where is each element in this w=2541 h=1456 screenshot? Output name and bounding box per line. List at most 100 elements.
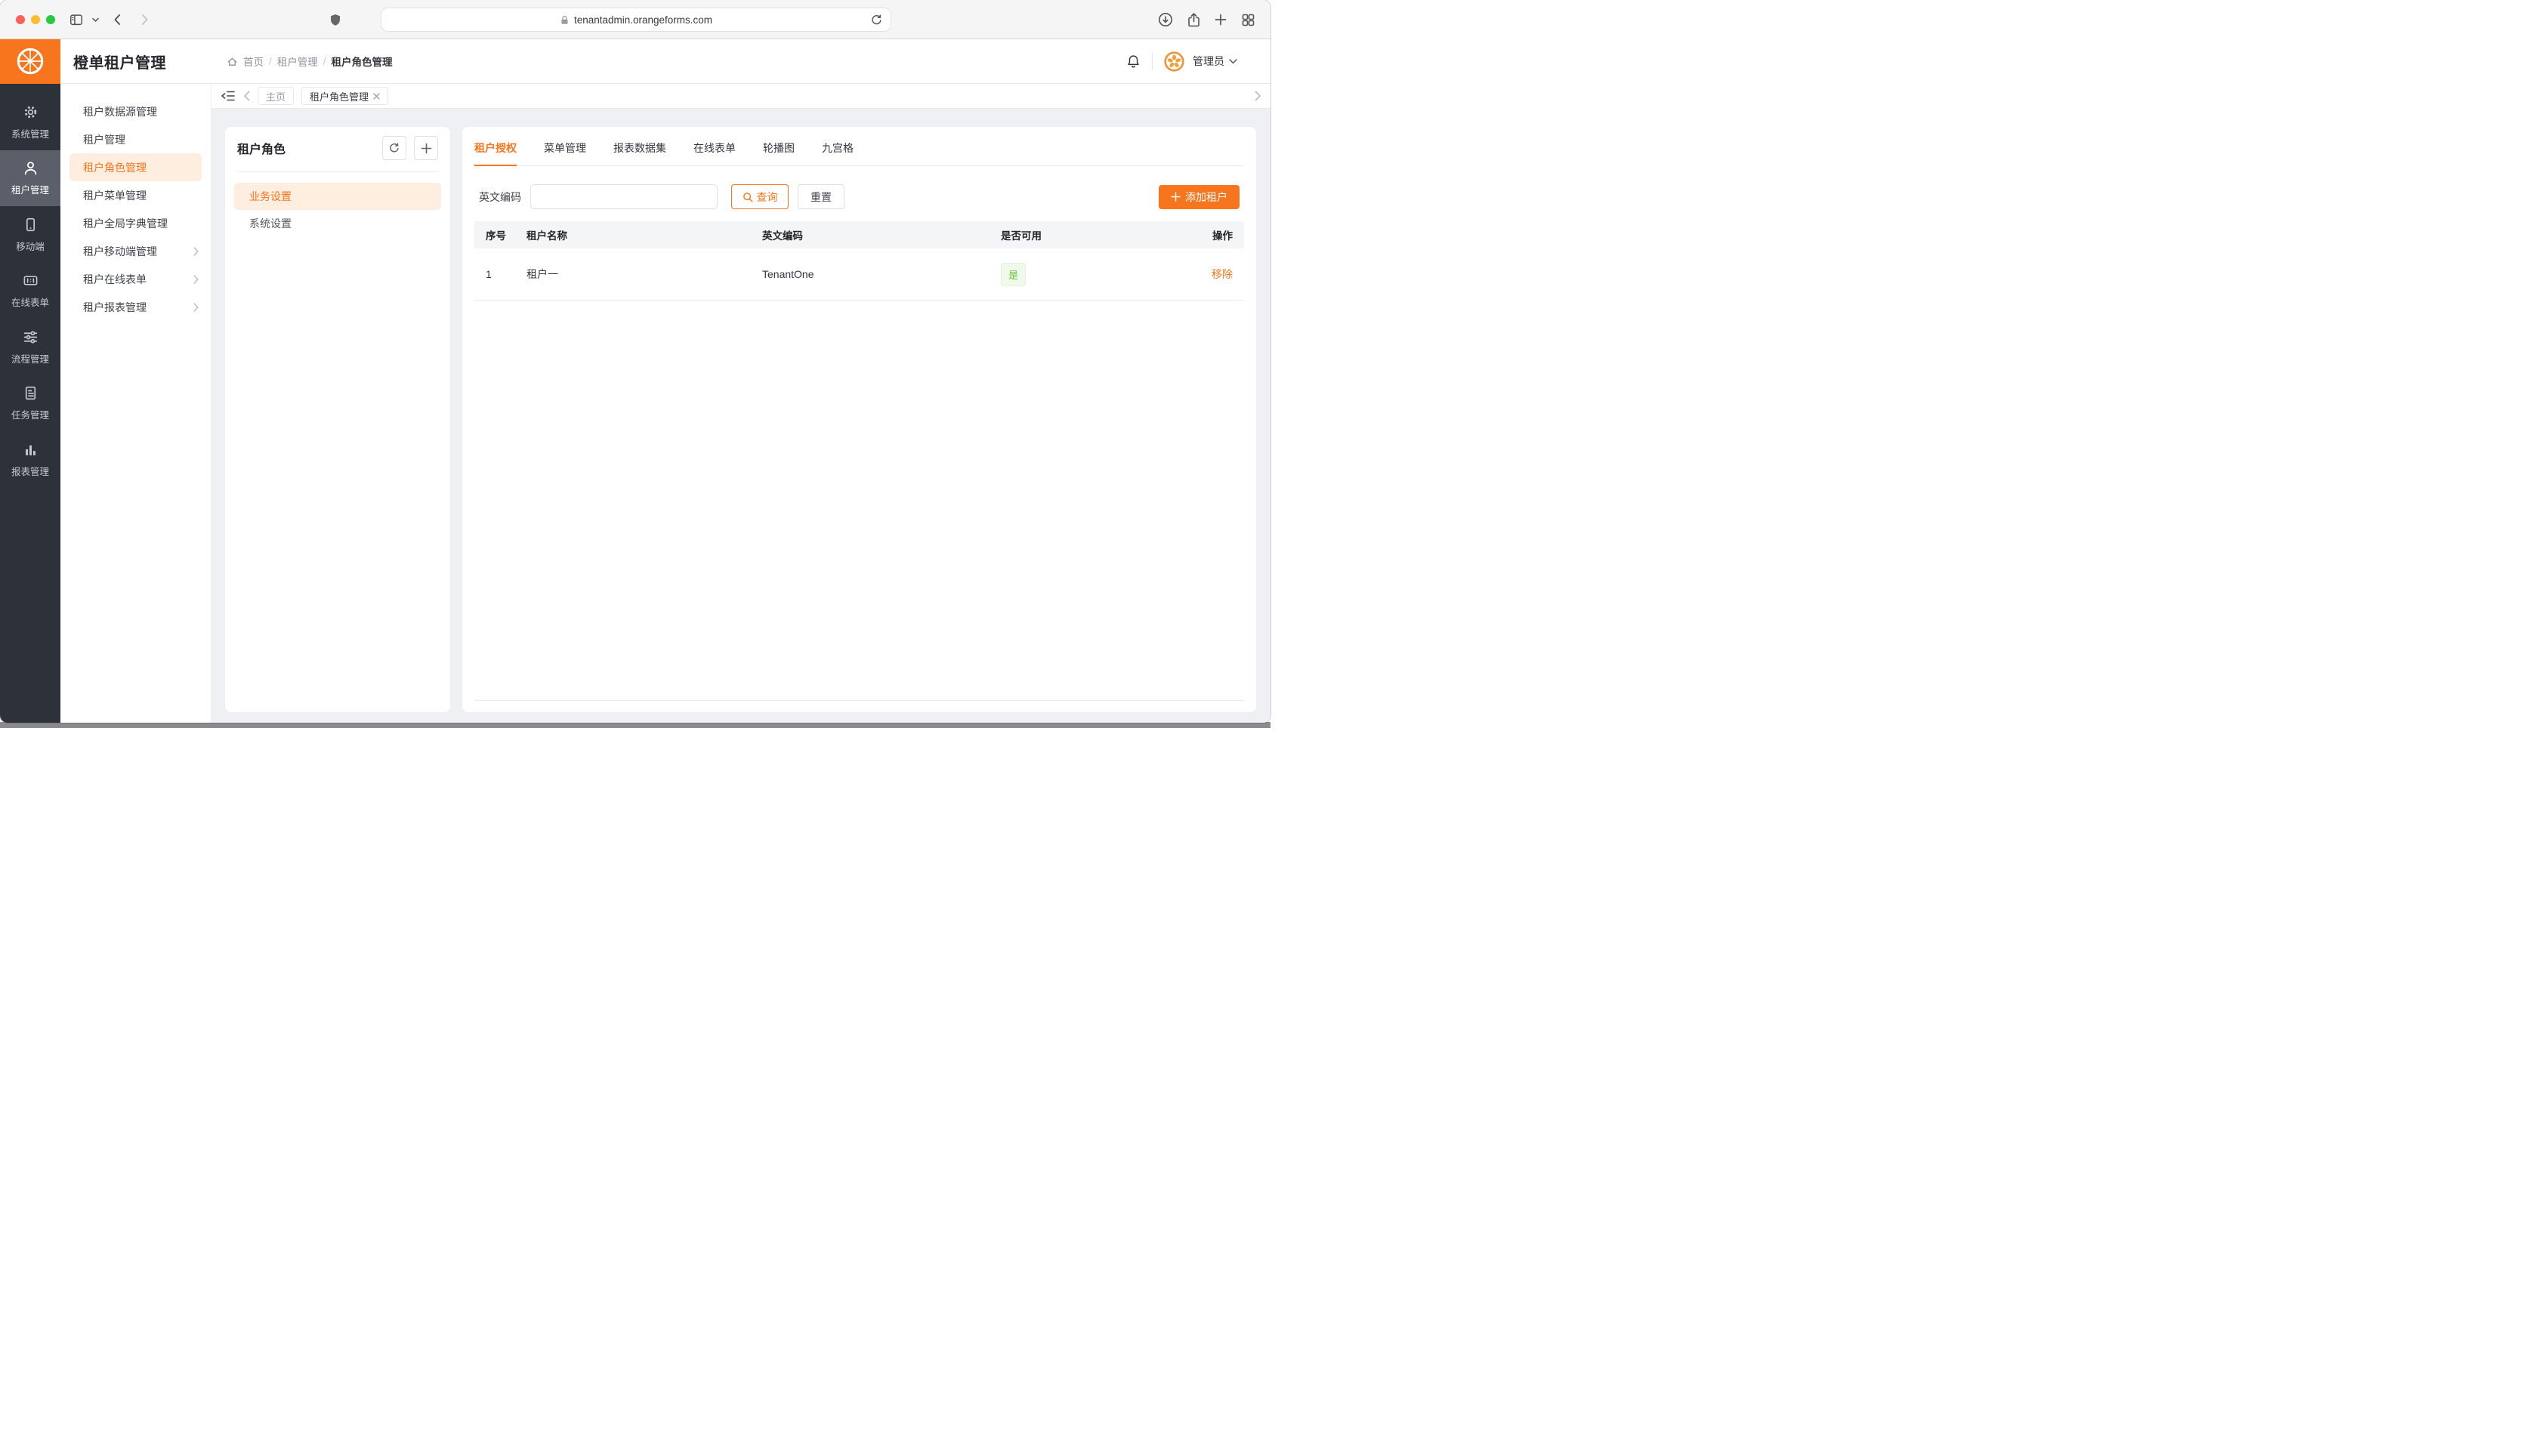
chevron-right-icon bbox=[193, 275, 199, 284]
traffic-lights bbox=[16, 0, 55, 39]
menu-item-tenant-menu[interactable]: 租户菜单管理 bbox=[60, 181, 211, 209]
tab-home[interactable]: 主页 bbox=[258, 87, 294, 105]
divider bbox=[474, 700, 1244, 701]
menu-item-tenant-mobile[interactable]: 租户移动端管理 bbox=[60, 237, 211, 265]
search-icon bbox=[743, 192, 753, 202]
query-button[interactable]: 查询 bbox=[731, 184, 789, 209]
tab-online-form[interactable]: 在线表单 bbox=[693, 133, 736, 165]
menu-item-tenant-dict[interactable]: 租户全局字典管理 bbox=[60, 209, 211, 237]
plus-icon bbox=[1171, 192, 1181, 202]
menu-item-tenant-mgmt[interactable]: 租户管理 bbox=[60, 125, 211, 153]
remove-link[interactable]: 移除 bbox=[1212, 268, 1233, 280]
form-icon bbox=[22, 272, 39, 289]
role-item-business[interactable]: 业务设置 bbox=[234, 183, 441, 210]
app-logo[interactable] bbox=[0, 39, 60, 84]
chevron-right-icon bbox=[193, 247, 199, 256]
downloads-icon[interactable] bbox=[1158, 0, 1173, 39]
close-window-button[interactable] bbox=[16, 15, 25, 24]
url-bar[interactable]: tenantadmin.orangeforms.com bbox=[381, 8, 891, 32]
cell-english-code: TenantOne bbox=[762, 268, 1001, 280]
tasks-icon bbox=[22, 384, 39, 402]
panel-tabs: 租户授权 菜单管理 报表数据集 在线表单 轮播图 九宫格 bbox=[474, 133, 1244, 166]
tenant-table: 序号 租户名称 英文编码 是否可用 操作 1 租户一 TenantOne 是 移… bbox=[474, 221, 1244, 301]
reset-button[interactable]: 重置 bbox=[798, 184, 844, 209]
role-item-system[interactable]: 系统设置 bbox=[234, 210, 441, 237]
notification-bell-icon[interactable] bbox=[1125, 54, 1141, 69]
role-panel-title: 租户角色 bbox=[237, 139, 382, 157]
sidebar-item-tenant[interactable]: 租户管理 bbox=[0, 150, 60, 207]
avatar[interactable] bbox=[1163, 51, 1185, 72]
browser-window: tenantadmin.orangeforms.com bbox=[0, 0, 1270, 723]
gear-icon bbox=[22, 103, 39, 121]
menu-item-tenant-datasource[interactable]: 租户数据源管理 bbox=[60, 97, 211, 125]
forward-icon[interactable] bbox=[138, 0, 150, 39]
sidebar-toggle-icon[interactable] bbox=[69, 0, 84, 39]
sidebar-item-process[interactable]: 流程管理 bbox=[0, 319, 60, 375]
add-role-button[interactable] bbox=[414, 136, 438, 160]
user-name[interactable]: 管理员 bbox=[1193, 54, 1224, 69]
close-tab-icon[interactable] bbox=[373, 93, 380, 100]
add-tenant-button[interactable]: 添加租户 bbox=[1159, 185, 1240, 209]
refresh-button[interactable] bbox=[382, 136, 406, 160]
breadcrumb-home[interactable]: 首页 bbox=[243, 54, 264, 69]
tab-menu-mgmt[interactable]: 菜单管理 bbox=[544, 133, 586, 165]
lock-icon bbox=[560, 14, 570, 26]
menu-item-tenant-online-form[interactable]: 租户在线表单 bbox=[60, 265, 211, 293]
tab-overview-icon[interactable] bbox=[1241, 0, 1255, 39]
plus-icon bbox=[421, 143, 432, 154]
tab-scroll-right-icon[interactable] bbox=[1255, 91, 1261, 101]
user-chevron-down-icon[interactable] bbox=[1229, 59, 1237, 64]
sidebar-item-reports[interactable]: 报表管理 bbox=[0, 431, 60, 488]
primary-sidebar: 系统管理 租户管理 移动端 在线表单 流程管理 任务管理 bbox=[0, 84, 60, 723]
sidebar-item-tasks[interactable]: 任务管理 bbox=[0, 375, 60, 432]
collapse-menu-icon[interactable] bbox=[221, 89, 236, 103]
minimize-window-button[interactable] bbox=[31, 15, 40, 24]
mobile-icon bbox=[22, 216, 39, 233]
reload-icon[interactable] bbox=[870, 14, 883, 26]
page-tabbar: 主页 租户角色管理 bbox=[211, 84, 1270, 109]
divider bbox=[237, 171, 438, 172]
tab-report-dataset[interactable]: 报表数据集 bbox=[613, 133, 666, 165]
menu-item-tenant-role[interactable]: 租户角色管理 bbox=[69, 153, 202, 181]
breadcrumb-parent[interactable]: 租户管理 bbox=[277, 54, 318, 69]
privacy-shield-icon[interactable] bbox=[329, 0, 341, 39]
breadcrumb-current: 租户角色管理 bbox=[332, 54, 393, 69]
tenant-auth-panel: 租户授权 菜单管理 报表数据集 在线表单 轮播图 九宫格 英文编码 查询 bbox=[462, 127, 1256, 712]
table-header: 序号 租户名称 英文编码 是否可用 操作 bbox=[474, 221, 1244, 248]
refresh-icon bbox=[388, 142, 400, 154]
tab-tenant-role[interactable]: 租户角色管理 bbox=[301, 87, 388, 105]
role-panel: 租户角色 业务设置 系统设置 bbox=[225, 127, 450, 712]
app-header: 橙单租户管理 首页 / 租户管理 / 租户角色管理 bbox=[0, 39, 1270, 84]
user-icon bbox=[22, 159, 39, 177]
header-right: 管理员 bbox=[1125, 51, 1237, 72]
tab-carousel[interactable]: 轮播图 bbox=[763, 133, 795, 165]
tab-grid-nine[interactable]: 九宫格 bbox=[822, 133, 854, 165]
table-row: 1 租户一 TenantOne 是 移除 bbox=[474, 248, 1244, 301]
url-text: tenantadmin.orangeforms.com bbox=[574, 14, 712, 26]
sidebar-chevron-down-icon[interactable] bbox=[92, 0, 99, 39]
back-icon[interactable] bbox=[112, 0, 124, 39]
tab-tenant-auth[interactable]: 租户授权 bbox=[474, 133, 517, 166]
orange-wheel-icon bbox=[14, 45, 46, 77]
zoom-window-button[interactable] bbox=[46, 15, 55, 24]
tab-scroll-left-icon[interactable] bbox=[243, 91, 250, 101]
browser-toolbar: tenantadmin.orangeforms.com bbox=[0, 0, 1270, 39]
secondary-sidebar: 租户数据源管理 租户管理 租户角色管理 租户菜单管理 租户全局字典管理 租户移动… bbox=[60, 84, 211, 723]
home-icon bbox=[227, 56, 238, 67]
sidebar-item-system[interactable]: 系统管理 bbox=[0, 94, 60, 150]
search-toolbar: 英文编码 查询 重置 添加租户 bbox=[474, 184, 1244, 209]
window-bottom-edge bbox=[0, 722, 1270, 728]
divider bbox=[1152, 53, 1153, 69]
search-label: 英文编码 bbox=[479, 190, 521, 205]
new-tab-icon[interactable] bbox=[1214, 0, 1227, 39]
sidebar-item-mobile[interactable]: 移动端 bbox=[0, 206, 60, 263]
english-code-input[interactable] bbox=[530, 184, 718, 209]
cell-tenant-name: 租户一 bbox=[526, 267, 762, 282]
status-badge: 是 bbox=[1001, 263, 1026, 286]
menu-item-tenant-report[interactable]: 租户报表管理 bbox=[60, 293, 211, 321]
sidebar-item-online-form[interactable]: 在线表单 bbox=[0, 263, 60, 319]
share-icon[interactable] bbox=[1186, 0, 1202, 39]
cell-index: 1 bbox=[486, 268, 526, 280]
breadcrumb: 首页 / 租户管理 / 租户角色管理 bbox=[227, 54, 393, 69]
bar-chart-icon bbox=[22, 441, 39, 458]
